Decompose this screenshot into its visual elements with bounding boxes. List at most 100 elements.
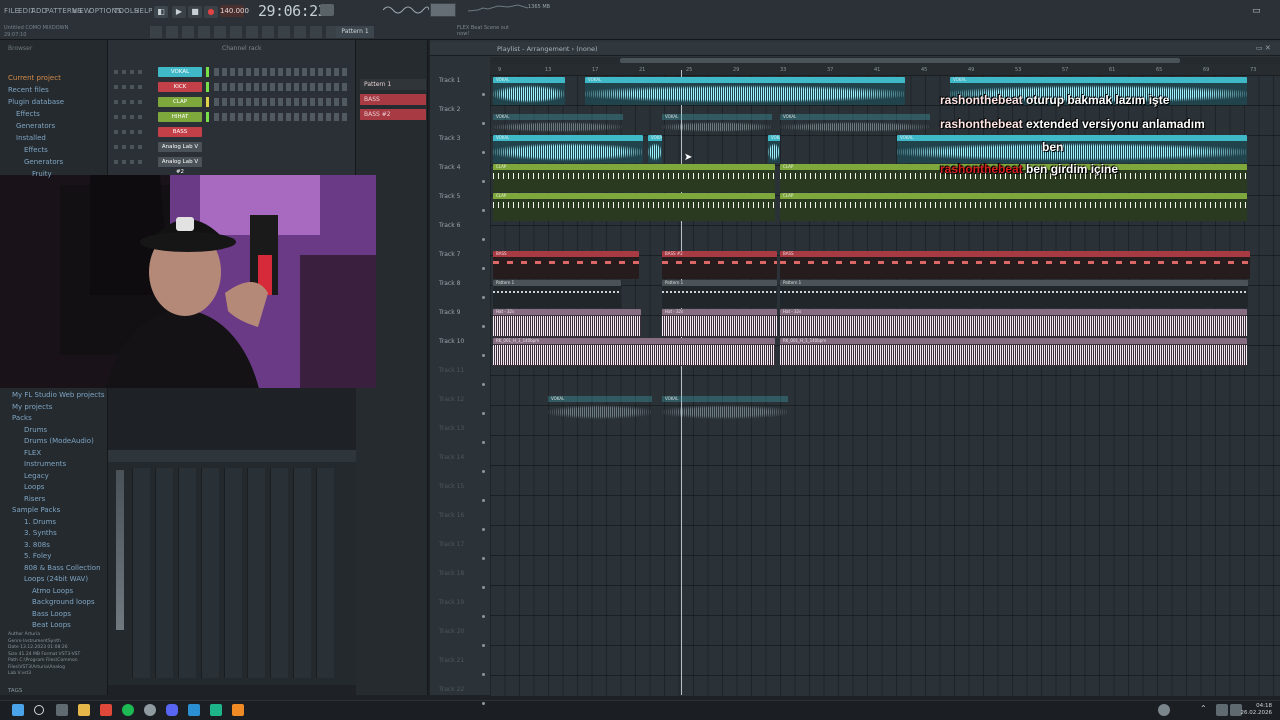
track-mute-dot[interactable] (482, 499, 485, 502)
track-mute-dot[interactable] (482, 644, 485, 647)
track-header[interactable]: Track 20 (439, 628, 464, 635)
step-sequencer[interactable] (214, 113, 350, 121)
clip-pat[interactable]: Pattern 1 (780, 280, 1248, 308)
track-header[interactable]: Track 2 (439, 106, 460, 113)
channel-row[interactable]: CLAP (110, 97, 354, 109)
mixer-strip[interactable] (224, 468, 242, 678)
channel-name-button[interactable]: VOKAL (158, 67, 202, 77)
menu-item-file[interactable]: FILE (4, 7, 19, 15)
brave-icon[interactable] (100, 704, 112, 716)
channel-name-button[interactable]: HIHAT (158, 112, 202, 122)
browser-item[interactable]: Background loops (32, 598, 95, 606)
channel-row[interactable]: VOKAL (110, 67, 354, 79)
track-mute-dot[interactable] (482, 354, 485, 357)
clip-ghost[interactable]: VOKAL (548, 396, 652, 422)
search-icon[interactable] (34, 705, 44, 715)
browser-item[interactable]: Drums (ModeAudio) (24, 437, 94, 445)
playlist-window-icon[interactable]: ▭ ✕ (1256, 44, 1271, 52)
channel-row[interactable]: KICK (110, 82, 354, 94)
app-icon[interactable] (210, 704, 222, 716)
steam-icon[interactable] (188, 704, 200, 716)
browser-item[interactable]: 3. 808s (24, 541, 50, 549)
clip-pat[interactable]: Pattern 1 (662, 280, 777, 308)
clip-hat[interactable]: RK_001_H_1_140bpm (780, 338, 1247, 366)
channel-row[interactable]: HIHAT (110, 112, 354, 124)
track-header[interactable]: Track 15 (439, 483, 464, 490)
track-mute-dot[interactable] (482, 673, 485, 676)
spotify-icon[interactable] (122, 704, 134, 716)
browser-item[interactable]: Effects (24, 146, 48, 154)
channel-select-led[interactable] (206, 82, 209, 92)
clip-drum[interactable]: CLAP (493, 193, 775, 221)
track-mute-dot[interactable] (482, 702, 485, 705)
clip-hat[interactable]: Hat - 32s (662, 309, 777, 337)
track-mute-dot[interactable] (482, 470, 485, 473)
channel-controls[interactable] (114, 100, 146, 104)
browser-item[interactable]: Sample Packs (12, 506, 60, 514)
channel-row[interactable]: Analog Lab V #2 (110, 157, 354, 175)
window-controls-icon[interactable]: ▭ (1252, 6, 1272, 16)
clip-drum[interactable]: CLAP (780, 193, 1247, 221)
track-mute-dot[interactable] (482, 122, 485, 125)
time-mode-icon[interactable] (320, 4, 334, 16)
network-icon[interactable] (1216, 704, 1228, 716)
track-header[interactable]: Track 9 (439, 309, 460, 316)
tempo-display[interactable]: 140.000 (220, 5, 249, 17)
channel-row[interactable]: BASS (110, 127, 354, 139)
channel-select-led[interactable] (206, 97, 209, 107)
browser-item[interactable]: 5. Foley (24, 552, 51, 560)
clip-hat[interactable]: Hat - 32s (780, 309, 1247, 337)
track-header[interactable]: Track 18 (439, 570, 464, 577)
track-header[interactable]: Track 7 (439, 251, 460, 258)
channel-controls[interactable] (114, 145, 146, 149)
track-mute-dot[interactable] (482, 238, 485, 241)
browser-item[interactable]: Bass Loops (32, 610, 71, 618)
clip-audio[interactable]: VOKAL (493, 77, 565, 105)
mixer-strip[interactable] (178, 468, 196, 678)
task-view-icon[interactable] (56, 704, 68, 716)
browser-item[interactable]: Generators (24, 158, 63, 166)
browser-item[interactable]: Instruments (24, 460, 66, 468)
menu-item-help[interactable]: HELP (134, 7, 153, 15)
track-header[interactable]: Track 16 (439, 512, 464, 519)
track-header[interactable]: Track 19 (439, 599, 464, 606)
browser-item[interactable]: Atmo Loops (32, 587, 73, 595)
track-mute-dot[interactable] (482, 93, 485, 96)
browser-item[interactable]: Loops (24bit WAV) (24, 575, 88, 583)
channel-name-button[interactable]: KICK (158, 82, 202, 92)
step-sequencer[interactable] (214, 83, 350, 91)
clip-bass[interactable]: BASS (493, 251, 639, 279)
track-mute-dot[interactable] (482, 209, 485, 212)
browser-item[interactable]: Recent files (8, 86, 49, 94)
stop-button[interactable]: ■ (188, 6, 202, 18)
track-header[interactable]: Track 14 (439, 454, 464, 461)
channel-select-led[interactable] (206, 67, 209, 77)
mixer-strip[interactable] (155, 468, 173, 678)
playlist-scroll-thumb[interactable] (620, 58, 1180, 63)
browser-item[interactable]: Plugin database (8, 98, 64, 106)
track-mute-dot[interactable] (482, 151, 485, 154)
track-header[interactable]: Track 17 (439, 541, 464, 548)
file-explorer-icon[interactable] (78, 704, 90, 716)
chevron-up-icon[interactable]: ⌃ (1200, 704, 1212, 716)
browser-item[interactable]: Effects (16, 110, 40, 118)
browser-item[interactable]: Current project (8, 74, 61, 82)
channel-controls[interactable] (114, 85, 146, 89)
song-mode-icon[interactable]: ◧ (154, 6, 168, 18)
step-sequencer[interactable] (214, 98, 350, 106)
track-header[interactable]: Track 13 (439, 425, 464, 432)
track-header[interactable]: Track 3 (439, 135, 460, 142)
track-header[interactable]: Track 12 (439, 396, 464, 403)
clip-ghost[interactable]: VOKAL (662, 114, 772, 134)
pattern-item[interactable]: BASS (360, 94, 426, 105)
track-mute-dot[interactable] (482, 296, 485, 299)
clip-audio[interactable]: VOKAL (493, 135, 643, 163)
browser-item[interactable]: Fruity (32, 170, 52, 178)
browser-item[interactable]: Risers (24, 495, 45, 503)
browser-item[interactable]: 3. Synths (24, 529, 57, 537)
track-mute-dot[interactable] (482, 528, 485, 531)
pattern-item[interactable]: Pattern 1 (360, 79, 426, 90)
browser-item[interactable]: 1. Drums (24, 518, 56, 526)
mixer-strip[interactable] (201, 468, 219, 678)
track-header[interactable]: Track 11 (439, 367, 464, 374)
